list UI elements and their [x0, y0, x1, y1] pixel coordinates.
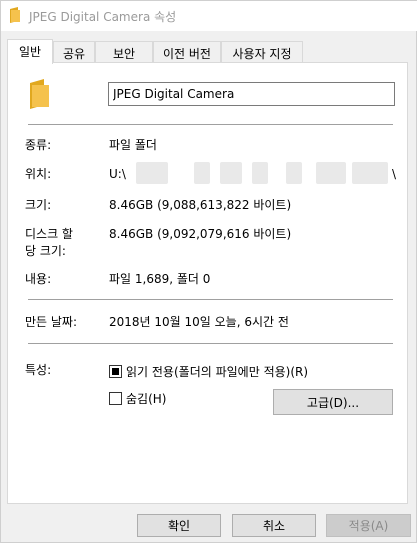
cancel-button[interactable]: 취소	[232, 514, 316, 537]
general-panel: 종류: 파일 폴더 위치: U:\ \ 크기: 8.46GB (9,088,61…	[7, 62, 408, 504]
type-value: 파일 폴더	[109, 138, 157, 152]
window-title: JPEG Digital Camera 속성	[29, 10, 177, 24]
location-value: U:\	[109, 167, 126, 181]
location-label: 위치:	[25, 167, 52, 181]
disk-size-label-line2: 당 크기:	[25, 244, 66, 258]
readonly-checkbox-box[interactable]	[109, 365, 122, 378]
folder-icon	[30, 79, 49, 109]
hidden-checkbox-box[interactable]	[109, 392, 122, 405]
size-label: 크기:	[25, 198, 52, 212]
tab-general[interactable]: 일반	[7, 39, 53, 64]
tab-security-label: 보안	[112, 47, 136, 61]
properties-window: JPEG Digital Camera 속성 일반 공유 보안 이전 버전 사용…	[0, 0, 417, 543]
ok-button[interactable]: 확인	[137, 514, 221, 537]
title-bar: JPEG Digital Camera 속성	[1, 1, 417, 31]
redacted-path	[194, 162, 210, 184]
size-value: 8.46GB (9,088,613,822 바이트)	[109, 198, 292, 212]
tab-customize-label: 사용자 지정	[232, 47, 292, 61]
apply-button[interactable]: 적용(A)	[326, 514, 411, 537]
hidden-checkbox[interactable]: 숨김(H)	[109, 390, 166, 407]
folder-icon	[10, 7, 20, 23]
readonly-checkbox-label: 읽기 전용(폴더의 파일에만 적용)(R)	[126, 365, 309, 379]
readonly-checkbox[interactable]: 읽기 전용(폴더의 파일에만 적용)(R)	[109, 363, 308, 380]
hidden-checkbox-label: 숨김(H)	[126, 392, 167, 406]
tab-general-label: 일반	[18, 45, 42, 59]
tab-previous-versions-label: 이전 버전	[163, 47, 211, 61]
redacted-path	[352, 162, 388, 184]
created-value: 2018년 10월 10일 오늘, 6시간 전	[109, 315, 289, 329]
redacted-path	[136, 162, 168, 184]
tab-sharing[interactable]: 공유	[53, 41, 95, 63]
attributes-label: 특성:	[25, 363, 52, 377]
tab-security[interactable]: 보안	[95, 41, 153, 63]
type-label: 종류:	[25, 138, 52, 152]
advanced-button[interactable]: 고급(D)...	[273, 389, 393, 415]
redacted-path	[286, 162, 302, 184]
redacted-path	[220, 162, 242, 184]
redacted-path	[316, 162, 346, 184]
tab-strip: 일반 공유 보안 이전 버전 사용자 지정	[7, 39, 407, 64]
contains-value: 파일 1,689, 폴더 0	[109, 272, 211, 286]
separator	[28, 343, 393, 344]
redacted-path	[252, 162, 268, 184]
tab-previous-versions[interactable]: 이전 버전	[153, 41, 221, 63]
separator	[28, 124, 393, 125]
contains-label: 내용:	[25, 272, 52, 286]
disk-size-label-line1: 디스크 할	[25, 227, 73, 241]
tab-customize[interactable]: 사용자 지정	[221, 41, 303, 63]
folder-name-input[interactable]	[108, 82, 395, 106]
disk-size-value: 8.46GB (9,092,079,616 바이트)	[109, 227, 292, 241]
separator	[28, 299, 393, 300]
location-value-end: \	[392, 167, 397, 181]
created-label: 만든 날짜:	[25, 315, 78, 329]
tab-sharing-label: 공유	[62, 47, 86, 61]
